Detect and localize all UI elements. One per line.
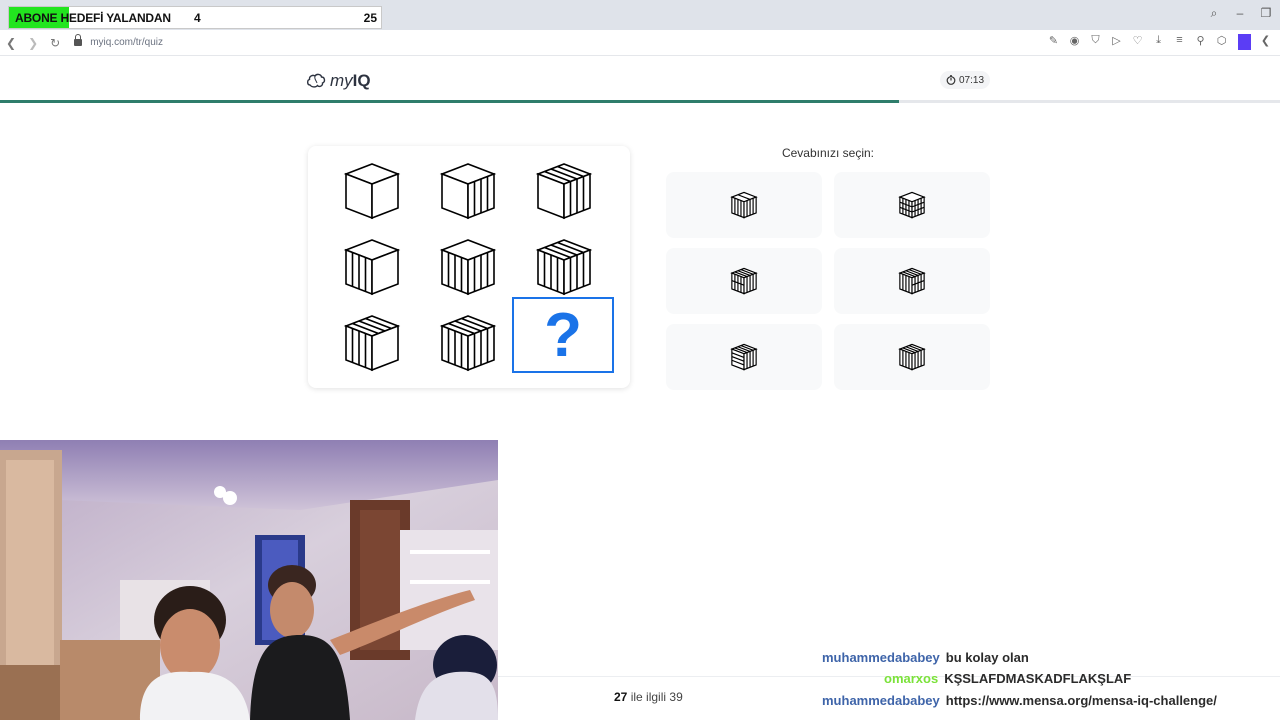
chat-username: omarxos <box>884 671 939 686</box>
chat-message: omarxos KŞSLAFDMASKADFLAKŞLAF <box>884 671 1131 686</box>
puzzle-matrix: ? <box>308 146 630 388</box>
cube-all-stripes-icon <box>439 315 497 372</box>
shield-icon[interactable]: ⛉ <box>1089 34 1102 50</box>
answer-option-4[interactable] <box>834 248 990 314</box>
search-tabs-icon[interactable]: ⌕ <box>1208 6 1220 21</box>
quiz-progress-track <box>0 100 1280 103</box>
chat-text: KŞSLAFDMASKADFLAKŞLAF <box>944 671 1132 686</box>
chat-username: muhammedababey <box>822 693 940 708</box>
stopwatch-icon <box>946 75 956 85</box>
matrix-cell <box>322 154 422 228</box>
matrix-cell <box>322 230 422 304</box>
chat-username: muhammedababey <box>822 650 940 665</box>
screen: ⌕ – ❐ ABONE HEDEFİ YALANDAN 4 25 ❮ ❯ ↻ m… <box>0 0 1280 720</box>
cube-all-stripes-icon <box>535 239 593 296</box>
site-header: myIQ 07:13 <box>0 57 1280 103</box>
url-text[interactable]: myiq.com/tr/quiz <box>90 37 163 48</box>
sidebar-icon[interactable]: ❮ <box>1259 34 1272 50</box>
cube-option-icon <box>898 267 926 295</box>
webcam-feed <box>0 440 498 720</box>
cube-top-right-stripes-icon <box>535 163 593 220</box>
heart-icon[interactable]: ♡ <box>1131 34 1144 50</box>
matrix-cell <box>418 154 518 228</box>
myiq-logo[interactable]: myIQ <box>306 71 371 91</box>
cube-top-left-stripes-icon <box>343 315 401 372</box>
cube-option-icon <box>730 191 758 219</box>
camera-icon[interactable]: ◉ <box>1068 34 1081 50</box>
toolbar-icons: ✎ ◉ ⛉ ▷ ♡ ⤓ ≡ ⚲ ⬡ ❮ <box>1047 34 1272 50</box>
matrix-cell <box>418 230 518 304</box>
cube-option-icon <box>898 343 926 371</box>
answer-option-6[interactable] <box>834 324 990 390</box>
minimize-icon[interactable]: – <box>1234 6 1246 21</box>
cube-option-icon <box>730 343 758 371</box>
menu-icon[interactable]: ≡ <box>1173 34 1186 50</box>
cube-right-stripes-icon <box>439 163 497 220</box>
cube-both-sides-stripes-icon <box>439 239 497 296</box>
reload-icon[interactable]: ↻ <box>50 36 60 50</box>
answer-option-2[interactable] <box>834 172 990 238</box>
edit-icon[interactable]: ✎ <box>1047 34 1060 50</box>
cube-plain-icon <box>343 163 401 220</box>
matrix-cell <box>514 230 614 304</box>
answer-prompt: Cevabınızı seçin: <box>781 146 875 160</box>
extension-indicator <box>1238 34 1251 50</box>
webcam-image <box>0 440 498 720</box>
timer-text: 07:13 <box>958 74 985 86</box>
window-controls: ⌕ – ❐ <box>1208 6 1272 21</box>
subscriber-goal-bar: ABONE HEDEFİ YALANDAN 4 25 <box>8 6 382 29</box>
back-icon[interactable]: ❮ <box>6 36 16 50</box>
matrix-cell <box>514 154 614 228</box>
quiz-timer: 07:13 <box>940 71 990 89</box>
play-icon[interactable]: ▷ <box>1110 34 1123 50</box>
chat-text: bu kolay olan <box>945 650 1029 665</box>
goal-label: ABONE HEDEFİ YALANDAN <box>15 11 171 25</box>
answer-option-3[interactable] <box>666 248 822 314</box>
address-bar: ❮ ❯ ↻ myiq.com/tr/quiz ✎ ◉ ⛉ ▷ ♡ ⤓ ≡ ⚲ ⬡… <box>0 30 1280 56</box>
missing-cell: ? <box>512 297 614 373</box>
chat-message: muhammedababey https://www.mensa.org/mens… <box>822 693 1217 708</box>
restore-icon[interactable]: ❐ <box>1260 6 1272 21</box>
matrix-cell <box>322 306 422 380</box>
cube-option-icon <box>898 191 926 219</box>
logo-text: myIQ <box>330 71 371 90</box>
chat-text: https://www.mensa.org/mensa-iq-challenge… <box>945 693 1217 708</box>
download-icon[interactable]: ⤓ <box>1152 34 1165 50</box>
matrix-cell <box>418 306 518 380</box>
forward-icon[interactable]: ❯ <box>28 36 38 50</box>
quiz-progress-fill <box>0 100 899 103</box>
nav-buttons: ❮ ❯ ↻ <box>6 36 60 50</box>
question-mark: ? <box>544 300 582 370</box>
profile-icon[interactable]: ⚲ <box>1194 34 1207 50</box>
cube-option-icon <box>730 267 758 295</box>
chat-message: muhammedababey bu kolay olan <box>822 650 1029 665</box>
lock-icon <box>74 34 83 46</box>
goal-max: 25 <box>363 11 377 25</box>
question-counter: 27 ile ilgili 39 <box>614 690 683 704</box>
answer-option-1[interactable] <box>666 172 822 238</box>
answer-option-5[interactable] <box>666 324 822 390</box>
brain-icon <box>306 73 326 88</box>
goal-current: 4 <box>194 11 201 25</box>
extension-icon[interactable]: ⬡ <box>1215 34 1228 50</box>
cube-left-right-stripes-icon <box>343 239 401 296</box>
